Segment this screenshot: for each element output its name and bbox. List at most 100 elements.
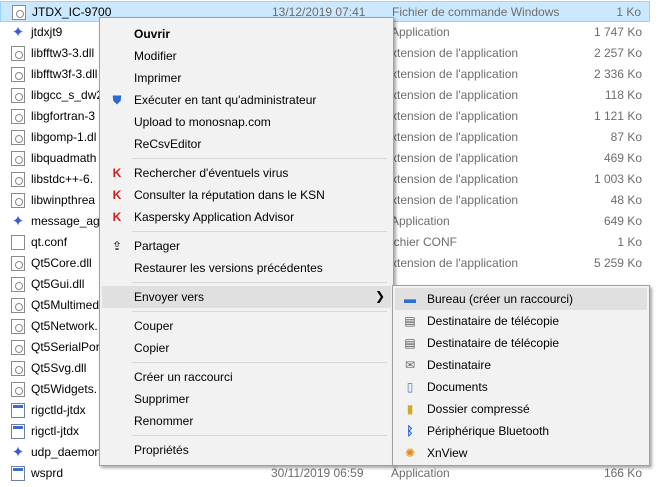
- file-type: xtension de l'application: [391, 88, 519, 102]
- file-name: libgfortran-3: [31, 109, 96, 123]
- dll-icon: [11, 67, 25, 82]
- menu-item-label: Bureau (créer un raccourci): [427, 292, 574, 306]
- menu-item-modifier[interactable]: Modifier: [102, 45, 391, 67]
- window-icon: [11, 466, 25, 481]
- file-size: 649 Ko: [603, 214, 642, 228]
- file-name: Qt5SerialPort: [31, 340, 104, 354]
- exe-icon: ✦: [11, 213, 25, 230]
- menu-separator: [132, 231, 387, 232]
- file-size: 469 Ko: [603, 151, 642, 165]
- sendto-item-bluetooth[interactable]: ᛒ Périphérique Bluetooth: [395, 420, 647, 442]
- file-size: 166 Ko: [603, 466, 642, 480]
- xnview-icon: ✺: [404, 446, 416, 460]
- menu-item-renommer[interactable]: Renommer: [102, 410, 391, 432]
- menu-item-ouvrir[interactable]: Ouvrir: [102, 23, 391, 45]
- menu-item-label: Couper: [134, 319, 174, 333]
- bluetooth-icon: ᛒ: [406, 424, 414, 438]
- menu-item-monosnap[interactable]: Upload to monosnap.com: [102, 111, 391, 133]
- menu-item-label: Propriétés: [134, 443, 189, 457]
- sendto-item-xnview[interactable]: ✺ XnView: [395, 442, 647, 464]
- menu-item-label: Restaurer les versions précédentes: [134, 261, 323, 275]
- file-type: xtension de l'application: [391, 109, 519, 123]
- file-size: 5 259 Ko: [593, 256, 642, 270]
- menu-item-label: Imprimer: [134, 71, 182, 85]
- sendto-item-zip[interactable]: ▮ Dossier compressé: [395, 398, 647, 420]
- file-type: Fichier de commande Windows: [392, 5, 560, 19]
- file-name: libstdc++-6.: [31, 172, 94, 186]
- menu-item-label: Destinataire de télécopie: [427, 336, 560, 350]
- menu-item-imprimer[interactable]: Imprimer: [102, 67, 391, 89]
- menu-item-label: Exécuter en tant qu'administrateur: [134, 93, 317, 107]
- file-size: 2 257 Ko: [593, 46, 642, 60]
- sendto-item-mail[interactable]: ✉ Destinataire: [395, 354, 647, 376]
- file-name: libwinpthrea: [31, 193, 96, 207]
- file-name: wsprd: [31, 466, 64, 480]
- file-size: 1 Ko: [616, 5, 641, 19]
- file-type: xtension de l'application: [391, 172, 519, 186]
- file-size: 118 Ko: [604, 88, 642, 102]
- menu-item-envoyer-vers[interactable]: Envoyer vers ❯: [102, 286, 391, 308]
- file-name: rigctld-jtdx: [31, 403, 86, 417]
- menu-item-ksn-reputation[interactable]: K Consulter la réputation dans le KSN: [102, 184, 391, 206]
- menu-item-supprimer[interactable]: Supprimer: [102, 388, 391, 410]
- menu-item-run-as-admin[interactable]: ⛊ Exécuter en tant qu'administrateur: [102, 89, 391, 111]
- menu-item-label: Destinataire: [427, 358, 492, 372]
- menu-item-partager[interactable]: ⇪ Partager: [102, 235, 391, 257]
- dll-icon: [11, 361, 25, 376]
- menu-item-label: Périphérique Bluetooth: [427, 424, 550, 438]
- menu-item-copier[interactable]: Copier: [102, 337, 391, 359]
- file-type: xtension de l'application: [391, 151, 519, 165]
- file-name: rigctl-jtdx: [31, 424, 80, 438]
- menu-item-recsveditor[interactable]: ReCsvEditor: [102, 133, 391, 155]
- sendto-item-fax[interactable]: ▤ Destinataire de télécopie: [395, 310, 647, 332]
- menu-separator: [132, 282, 387, 283]
- menu-item-kaspersky-advisor[interactable]: K Kaspersky Application Advisor: [102, 206, 391, 228]
- file-name: libfftw3-3.dll: [31, 46, 95, 60]
- file-size: 1 003 Ko: [593, 172, 642, 186]
- file-date: 30/11/2019 06:59: [271, 466, 364, 480]
- file-size: 48 Ko: [610, 193, 642, 207]
- file-name: libgcc_s_dw2: [31, 88, 104, 102]
- dll-icon: [11, 340, 25, 355]
- menu-item-proprietes[interactable]: Propriétés: [102, 439, 391, 461]
- file-type: ichier CONF: [391, 235, 458, 249]
- file-size: 87 Ko: [610, 130, 642, 144]
- file-type: xtension de l'application: [391, 130, 519, 144]
- dll-icon: [11, 256, 25, 271]
- file-type: Application: [391, 214, 450, 228]
- menu-item-label: Modifier: [134, 49, 177, 63]
- window-icon: [11, 403, 25, 418]
- context-menu: Ouvrir Modifier Imprimer ⛊ Exécuter en ta…: [99, 17, 394, 466]
- menu-item-couper[interactable]: Couper: [102, 315, 391, 337]
- file-type: xtension de l'application: [391, 193, 519, 207]
- kaspersky-icon: K: [112, 188, 122, 202]
- fax-icon: ▤: [404, 314, 416, 328]
- sendto-item-documents[interactable]: ▯ Documents: [395, 376, 647, 398]
- zip-folder-icon: ▮: [406, 402, 414, 416]
- menu-item-label: Upload to monosnap.com: [134, 115, 271, 129]
- sendto-item-fax[interactable]: ▤ Destinataire de télécopie: [395, 332, 647, 354]
- file-size: 1 121 Ko: [593, 109, 642, 123]
- file-name: udp_daemon: [31, 445, 102, 459]
- menu-item-restore-versions[interactable]: Restaurer les versions précédentes: [102, 257, 391, 279]
- dll-icon: [11, 151, 25, 166]
- chevron-right-icon: ❯: [374, 289, 385, 303]
- file-size: 1 Ko: [617, 235, 642, 249]
- file-size: 1 747 Ko: [593, 25, 642, 39]
- menu-item-scan-virus[interactable]: K Rechercher d'éventuels virus: [102, 162, 391, 184]
- file-row[interactable]: wsprd 30/11/2019 06:59 Application 166 Ko: [0, 463, 650, 484]
- file-name: Qt5Gui.dll: [31, 277, 85, 291]
- dll-icon: [11, 109, 25, 124]
- menu-item-label: Copier: [134, 341, 170, 355]
- menu-item-label: ReCsvEditor: [134, 137, 202, 151]
- file-name: Qt5Core.dll: [31, 256, 92, 270]
- file-name: Qt5Svg.dll: [31, 361, 87, 375]
- send-to-submenu: ▬ Bureau (créer un raccourci) ▤ Destinatai…: [392, 285, 650, 466]
- menu-item-label: Consulter la réputation dans le KSN: [134, 188, 325, 202]
- sendto-item-desktop[interactable]: ▬ Bureau (créer un raccourci): [395, 288, 647, 310]
- menu-item-label: Envoyer vers: [134, 290, 205, 304]
- shield-icon: ⛊: [112, 93, 122, 107]
- menu-item-label: XnView: [427, 446, 468, 460]
- menu-item-label: Partager: [134, 239, 181, 253]
- menu-item-create-shortcut[interactable]: Créer un raccourci: [102, 366, 391, 388]
